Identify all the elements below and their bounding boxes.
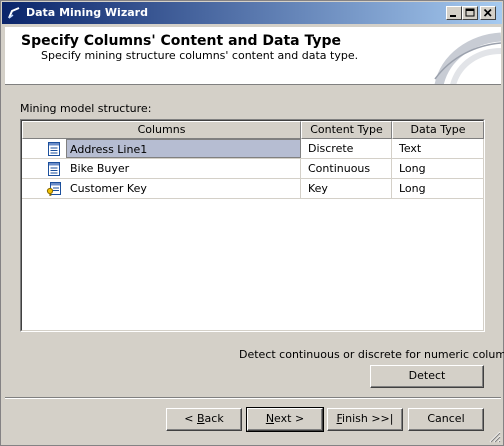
minimize-icon <box>450 15 456 17</box>
window-title: Data Mining Wizard <box>26 6 148 19</box>
content-type-cell[interactable]: Key <box>301 179 392 198</box>
column-name-cell[interactable]: Bike Buyer <box>66 159 301 178</box>
detect-label: Detect continuous or discrete for numeri… <box>239 348 504 361</box>
minimize-button[interactable] <box>446 6 462 20</box>
table-row[interactable]: Customer Key Key Long <box>22 179 483 199</box>
columns-grid[interactable]: Columns Content Type Data Type Address L… <box>20 119 485 332</box>
title-bar[interactable]: Data Mining Wizard <box>2 2 502 24</box>
next-button[interactable]: Next > <box>246 407 324 432</box>
mining-structure-label: Mining model structure: <box>20 102 152 115</box>
close-button[interactable] <box>480 6 496 20</box>
back-button-label: ack <box>204 412 224 425</box>
column-name-cell[interactable]: Address Line1 <box>66 139 301 158</box>
data-type-cell[interactable]: Long <box>392 159 483 178</box>
footer-separator <box>5 397 501 399</box>
next-button-mnemonic: N <box>265 412 275 425</box>
table-row[interactable]: Bike Buyer Continuous Long <box>22 159 483 179</box>
column-icon <box>48 142 60 156</box>
next-button-label: ext > <box>274 412 305 425</box>
key-column-icon <box>46 182 61 196</box>
back-button-prefix: < <box>184 412 197 425</box>
column-header-data-type[interactable]: Data Type <box>392 121 484 139</box>
maximize-icon <box>465 8 475 17</box>
wizard-window: Data Mining Wizard Specify Columns' Cont… <box>0 0 504 446</box>
column-header-columns[interactable]: Columns <box>22 121 301 139</box>
wizard-header: Specify Columns' Content and Data Type S… <box>5 27 501 85</box>
page-title: Specify Columns' Content and Data Type <box>21 33 341 49</box>
column-icon <box>48 162 60 176</box>
page-subtitle: Specify mining structure columns' conten… <box>41 49 359 62</box>
detect-button[interactable]: Detect <box>370 365 484 388</box>
wizard-app-icon <box>8 7 20 19</box>
wizard-banner-graphic <box>434 32 501 84</box>
cancel-button[interactable]: Cancel <box>408 408 484 431</box>
close-icon <box>483 8 492 17</box>
data-type-cell[interactable]: Long <box>392 179 483 198</box>
column-name-cell[interactable]: Customer Key <box>66 179 301 198</box>
back-button-mnemonic: B <box>197 412 205 425</box>
column-header-content-type[interactable]: Content Type <box>301 121 392 139</box>
content-type-cell[interactable]: Continuous <box>301 159 392 178</box>
finish-button-label: inish >>| <box>342 412 394 425</box>
grid-body: Columns Content Type Data Type Address L… <box>21 120 484 331</box>
maximize-button[interactable] <box>462 6 478 20</box>
back-button[interactable]: < Back <box>166 408 242 431</box>
data-type-cell[interactable]: Text <box>392 139 483 158</box>
table-row[interactable]: Address Line1 Discrete Text <box>22 139 483 159</box>
finish-button[interactable]: Finish >>| <box>327 408 403 431</box>
content-type-cell[interactable]: Discrete <box>301 139 392 158</box>
resize-grip-icon[interactable] <box>489 431 501 443</box>
